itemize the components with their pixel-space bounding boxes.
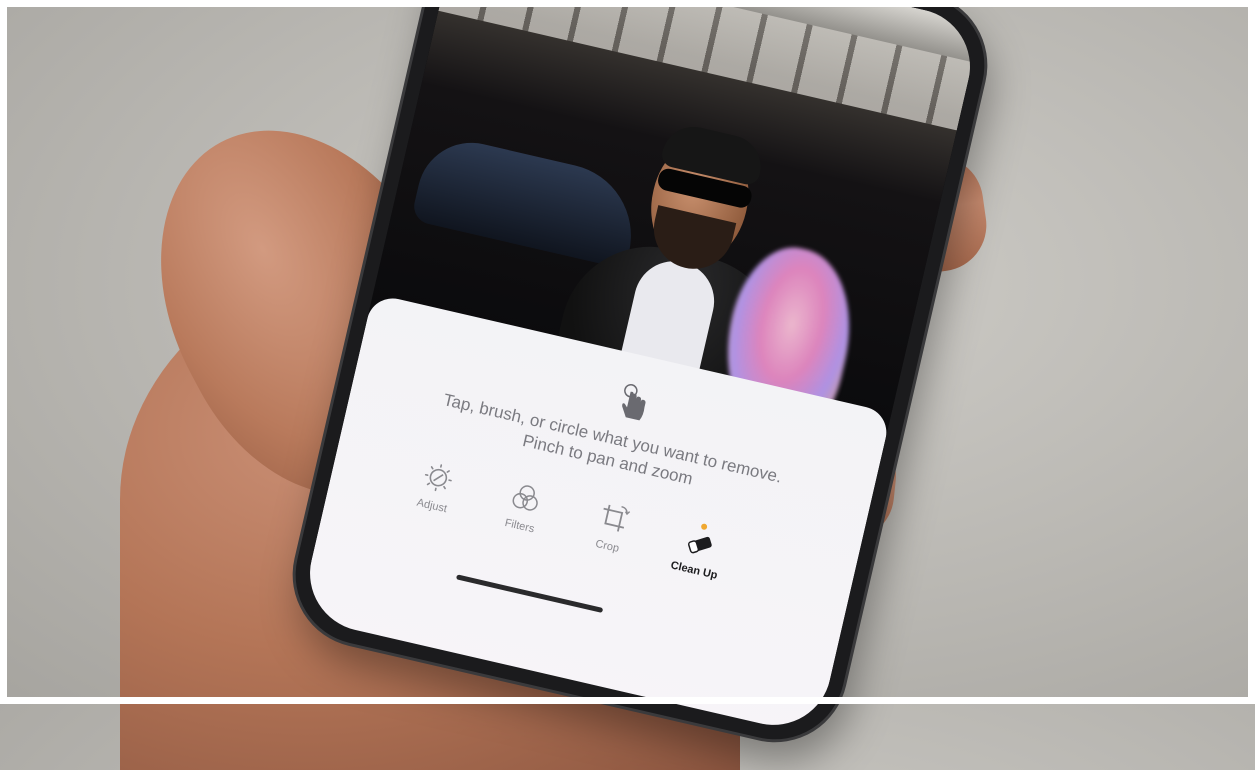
phone-device: Tap, brush, or circle what you want to r… [282, 0, 999, 753]
background-building [438, 0, 972, 130]
tool-crop[interactable]: Crop [566, 495, 656, 564]
tool-filters-label: Filters [504, 517, 536, 535]
home-indicator[interactable] [456, 574, 603, 613]
tool-clean-up[interactable]: Clean Up [653, 515, 744, 588]
tool-clean-up-label: Clean Up [669, 559, 718, 581]
tool-adjust[interactable]: Adjust [391, 454, 481, 523]
hand-tap-icon [613, 380, 655, 427]
tool-crop-label: Crop [594, 538, 620, 555]
eraser-icon [683, 528, 718, 560]
adjust-dial-icon [420, 460, 456, 496]
tool-adjust-label: Adjust [416, 497, 448, 516]
background-car [411, 132, 646, 269]
crop-rotate-icon [596, 500, 632, 536]
filters-circles-icon [508, 480, 544, 516]
active-indicator-dot [701, 523, 708, 530]
phone-screen: Tap, brush, or circle what you want to r… [298, 0, 981, 736]
tool-filters[interactable]: Filters [479, 474, 569, 543]
